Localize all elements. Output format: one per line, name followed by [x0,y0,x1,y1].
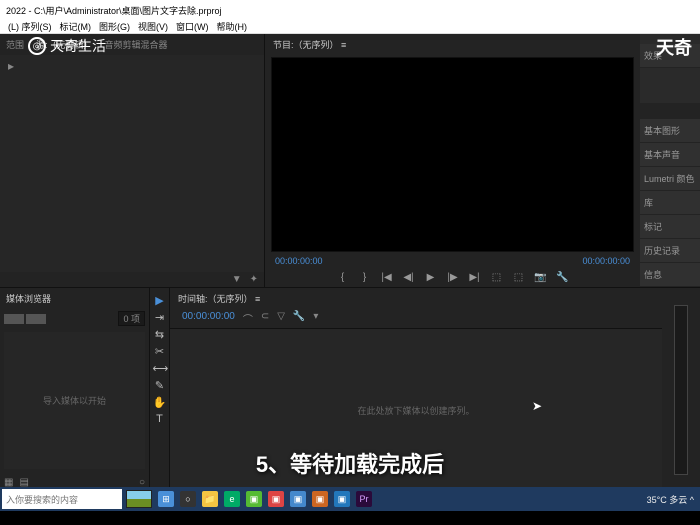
timeline-tc: 00:00:00:00 [182,311,235,326]
taskbar-search[interactable]: 入你要搜索的内容 [2,489,122,509]
tab-audio-mixer[interactable]: 音频剪辑混合器 [105,38,168,51]
upper-workspace: 范围 源:（无剪辑） 音频剪辑混合器 ▸ ▼ ✦ 节目:（无序列） ≡ 00:0… [0,34,700,287]
config-icon[interactable]: ✦ [250,274,258,285]
watermark-right: 天奇 [656,34,692,60]
hand-tool-icon[interactable]: ✋ [153,396,167,410]
project-item-count: 0 项 [118,311,145,326]
lift-icon[interactable]: ⬚ [490,272,504,283]
program-transport: { } |◀ ◀| ▶ |▶ ▶| ⬚ ⬚ 📷 🔧 [265,268,640,287]
program-panel: 节目:（无序列） ≡ 00:00:00:00 00:00:00:00 { } |… [265,34,640,287]
app-title-bar: 2022 - C:\用户\Administrator\桌面\图片文字去除.prp… [0,0,700,20]
snap-icon[interactable]: ⌒ [243,311,253,326]
marker-add-icon[interactable]: ▽ [277,311,285,326]
app-icon-3[interactable]: ▣ [290,491,306,507]
mark-out-icon[interactable]: } [358,272,372,283]
mark-in-icon[interactable]: { [336,272,350,283]
source-monitor: ▸ [0,55,264,272]
play-icon[interactable]: ▶ [424,272,438,283]
filter-icon[interactable]: ▼ [232,274,242,285]
edge-icon[interactable]: e [224,491,240,507]
watermark-left: ◎ 天奇生活 [28,36,106,56]
ripple-edit-tool-icon[interactable]: ⇆ [153,328,167,342]
windows-taskbar: 入你要搜索的内容 ⊞ ○ 📁 e ▣ ▣ ▣ ▣ ▣ Pr 35°C 多云 ^ [0,487,700,511]
settings-wrench-icon[interactable]: 🔧 [556,272,570,283]
program-monitor-blank [272,58,633,251]
app-icon-2[interactable]: ▣ [268,491,284,507]
source-nav-caret[interactable]: ▸ [0,55,264,77]
panel-info[interactable]: 信息 [640,263,700,287]
task-view-icon[interactable]: ⊞ [158,491,174,507]
step-back-icon[interactable]: |◀ [380,272,394,283]
app-title: 2022 - C:\用户\Administrator\桌面\图片文字去除.prp… [6,4,222,17]
razor-tool-icon[interactable]: ✂ [153,345,167,359]
menu-help[interactable]: 帮助(H) [217,20,248,33]
mouse-cursor-icon: ➤ [532,399,542,413]
menu-sequence[interactable]: (L) 序列(S) [8,20,52,33]
program-tc-right: 00:00:00:00 [582,256,630,266]
tab-range[interactable]: 范围 [6,38,24,51]
menu-markers[interactable]: 标记(M) [60,20,92,33]
timeline-empty-msg: 在此处放下媒体以创建序列。 [357,404,474,417]
slip-tool-icon[interactable]: ⟷ [153,362,167,376]
project-view-chip[interactable] [4,314,24,324]
type-tool-icon[interactable]: T [153,413,167,427]
panel-markers[interactable]: 标记 [640,215,700,239]
premiere-icon[interactable]: Pr [356,491,372,507]
menu-window[interactable]: 窗口(W) [176,20,209,33]
panel-history[interactable]: 历史记录 [640,239,700,263]
app-icon-5[interactable]: ▣ [334,491,350,507]
project-view-chip2[interactable] [26,314,46,324]
tutorial-caption: 5、等待加载完成后 [0,447,700,479]
cortana-icon[interactable]: ○ [180,491,196,507]
export-frame-icon[interactable]: 📷 [534,272,548,283]
menu-view[interactable]: 视图(V) [138,20,168,33]
source-panel: 范围 源:（无剪辑） 音频剪辑混合器 ▸ ▼ ✦ [0,34,265,287]
right-sidebar: 效果 基本图形 基本声音 Lumetri 颜色 库 标记 历史记录 信息 [640,34,700,287]
pen-tool-icon[interactable]: ✎ [153,379,167,393]
extract-icon[interactable]: ⬚ [512,272,526,283]
taskbar-thumbnail[interactable] [126,490,152,508]
tab-media-browser[interactable]: 媒体浏览器 [6,294,51,304]
panel-lumetri-color[interactable]: Lumetri 颜色 [640,167,700,191]
panel-essential-graphics[interactable]: 基本图形 [640,119,700,143]
linked-selection-icon[interactable]: ⊂ [261,311,269,326]
watermark-logo-icon: ◎ [28,37,46,55]
track-select-tool-icon[interactable]: ⇥ [153,311,167,325]
timeline-settings-icon[interactable]: ▾ [313,311,318,326]
app-icon-4[interactable]: ▣ [312,491,328,507]
program-tab[interactable]: 节目:（无序列） ≡ [265,34,640,55]
letterbox [0,511,700,525]
step-fwd-icon[interactable]: ▶| [468,272,482,283]
selection-tool-icon[interactable]: ▶ [153,294,167,308]
taskbar-weather[interactable]: 35°C 多云 ^ [647,493,700,506]
frame-fwd-icon[interactable]: |▶ [446,272,460,283]
main-menu: (L) 序列(S) 标记(M) 图形(G) 视图(V) 窗口(W) 帮助(H) [0,20,700,34]
program-tc-left: 00:00:00:00 [275,256,323,266]
panel-essential-sound[interactable]: 基本声音 [640,143,700,167]
app-icon-1[interactable]: ▣ [246,491,262,507]
program-monitor [271,57,634,252]
explorer-icon[interactable]: 📁 [202,491,218,507]
panel-library[interactable]: 库 [640,191,700,215]
frame-back-icon[interactable]: ◀| [402,272,416,283]
timeline-wrench-icon[interactable]: 🔧 [293,311,305,326]
menu-graphics[interactable]: 图形(G) [99,20,130,33]
timeline-tab[interactable]: 时间轴:（无序列） ≡ [170,288,662,309]
